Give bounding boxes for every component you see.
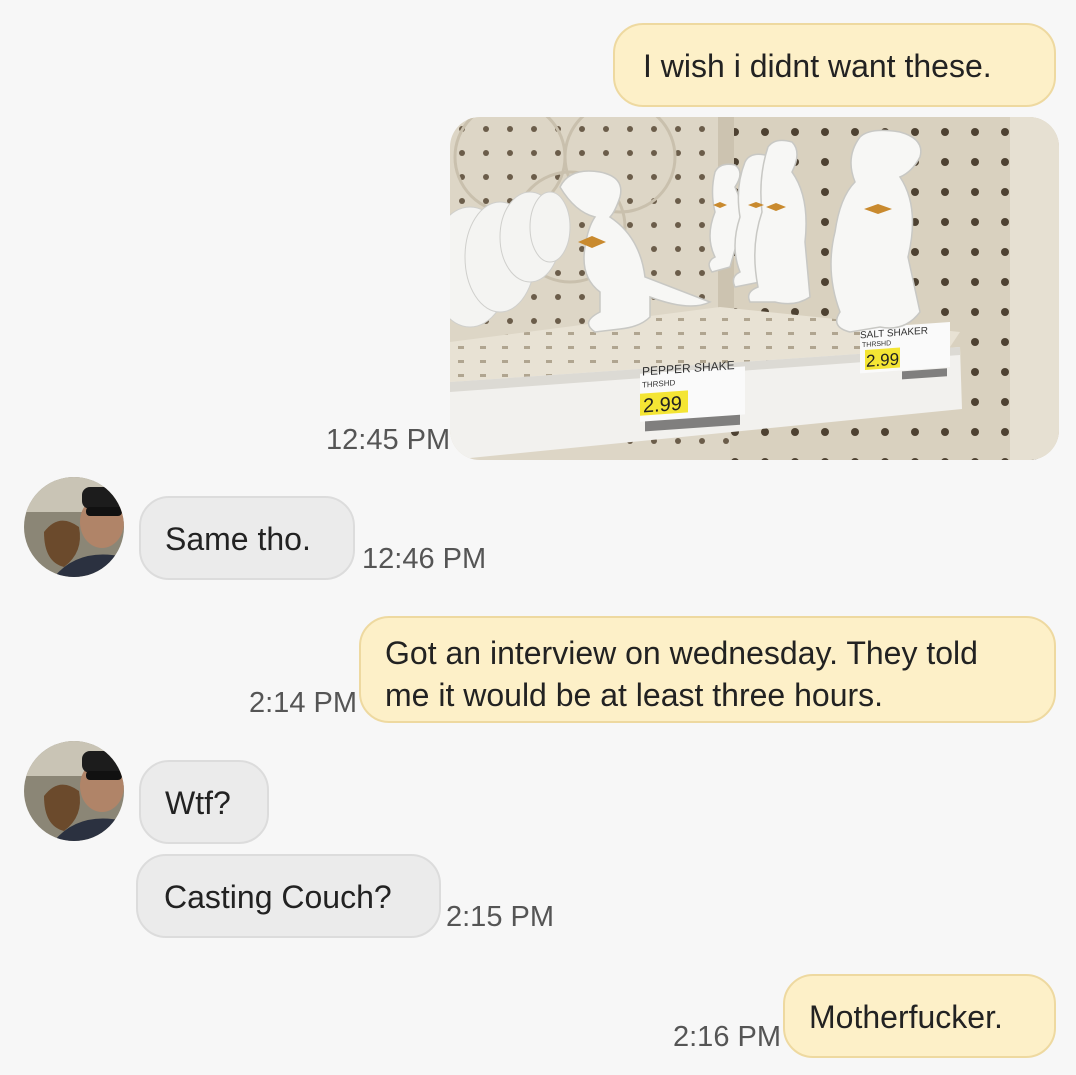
message-text: Wtf?	[165, 785, 231, 821]
received-message-bubble[interactable]: Wtf?	[139, 760, 269, 844]
message-text: Motherfucker.	[809, 999, 1003, 1035]
message-timestamp: 12:46 PM	[362, 543, 487, 575]
message-timestamp: 2:14 PM	[249, 687, 357, 719]
price-tag-left: 2.99	[643, 393, 682, 418]
received-message-bubble[interactable]: Same tho.	[139, 496, 355, 580]
price-tag-right: 2.99	[866, 350, 899, 371]
contact-avatar[interactable]	[24, 477, 124, 577]
sent-message-bubble[interactable]: Motherfucker.	[783, 974, 1056, 1058]
avatar-photo	[24, 477, 124, 577]
sent-message-bubble[interactable]: Got an interview on wednesday. They told…	[359, 616, 1056, 723]
message-text: I wish i didnt want these.	[643, 48, 992, 84]
sent-image-message[interactable]: PEPPER SHAKE THRSHD 2.99 SALT SHAKER THR…	[450, 117, 1059, 460]
sent-message-bubble[interactable]: I wish i didnt want these.	[613, 23, 1056, 107]
message-timestamp: 12:45 PM	[326, 424, 451, 456]
avatar-photo	[24, 741, 124, 841]
message-text: Casting Couch?	[164, 879, 392, 915]
message-timestamp: 2:16 PM	[673, 1021, 781, 1053]
message-text: Same tho.	[165, 521, 311, 557]
message-text-line: Got an interview on wednesday. They told	[385, 635, 978, 671]
contact-avatar[interactable]	[24, 741, 124, 841]
message-timestamp: 2:15 PM	[446, 901, 554, 933]
dinosaur-shakers-photo: PEPPER SHAKE THRSHD 2.99 SALT SHAKER THR…	[450, 117, 1059, 460]
received-message-bubble[interactable]: Casting Couch?	[136, 854, 441, 938]
message-text-line: me it would be at least three hours.	[385, 677, 884, 713]
